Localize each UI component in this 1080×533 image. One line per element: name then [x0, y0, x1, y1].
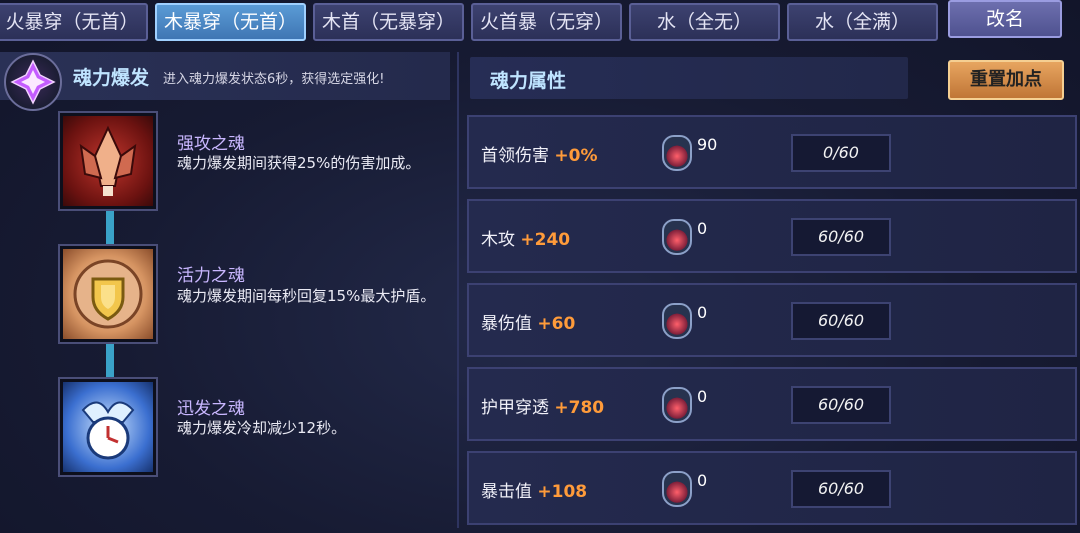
- tab-preset-2[interactable]: 木暴穿（无首）: [155, 3, 306, 41]
- tab-preset-4[interactable]: 火首暴（无穿）: [471, 3, 622, 41]
- attribute-label: 护甲穿透 +780: [481, 398, 605, 418]
- attribute-row: 木攻 +240 0 60/60: [467, 199, 1077, 273]
- soul-burst-emblem-icon: [4, 53, 62, 111]
- attribute-row: 护甲穿透 +780 0 60/60: [467, 367, 1077, 441]
- tab-preset-6[interactable]: 水（全满）: [787, 3, 938, 41]
- tab-preset-3[interactable]: 木首（无暴穿）: [313, 3, 464, 41]
- attribute-bonus: +60: [537, 314, 576, 334]
- attribute-row: 暴击值 +108 0 60/60: [467, 451, 1077, 525]
- attribute-bonus: +780: [554, 398, 605, 418]
- gem-count: 0: [697, 387, 708, 406]
- vitality-soul-icon[interactable]: [60, 246, 156, 342]
- assault-soul-icon[interactable]: [60, 113, 156, 209]
- soul-gem-icon: [662, 303, 692, 339]
- tab-preset-5[interactable]: 水（全无）: [629, 3, 780, 41]
- soul-name: 迅发之魂: [177, 399, 245, 419]
- gem-count: 0: [697, 471, 708, 490]
- soul-gem-icon: [662, 387, 692, 423]
- soul-description: 魂力爆发期间获得25%的伤害加成。: [177, 154, 421, 172]
- attribute-bonus: +108: [537, 482, 588, 502]
- attribute-row: 暴伤值 +60 0 60/60: [467, 283, 1077, 357]
- rename-button[interactable]: 改名: [948, 0, 1062, 38]
- preset-tabs: 火暴穿（无首） 木暴穿（无首） 木首（无暴穿） 火首暴（无穿） 水（全无） 水（…: [0, 0, 1080, 44]
- attribute-row: 首领伤害 +0% 90 0/60: [467, 115, 1077, 189]
- soul-connector: [106, 341, 114, 381]
- attribute-bonus: +240: [520, 230, 571, 250]
- soul-gem-icon: [662, 219, 692, 255]
- attribute-label: 首领伤害 +0%: [481, 146, 598, 166]
- attribute-points-box[interactable]: 60/60: [791, 386, 891, 424]
- attribute-label: 木攻 +240: [481, 230, 571, 250]
- attribute-points-box[interactable]: 60/60: [791, 218, 891, 256]
- soul-connector: [106, 208, 114, 248]
- soul-description: 魂力爆发冷却减少12秒。: [177, 419, 347, 437]
- attribute-label: 暴击值 +108: [481, 482, 588, 502]
- burst-description: 进入魂力爆发状态6秒，获得选定强化!: [163, 72, 385, 87]
- swift-soul-icon[interactable]: [60, 379, 156, 475]
- attribute-points-box[interactable]: 60/60: [791, 470, 891, 508]
- soul-gem-icon: [662, 471, 692, 507]
- attribute-points-box[interactable]: 60/60: [791, 302, 891, 340]
- panel-divider: [457, 52, 459, 528]
- attribute-bonus: +0%: [554, 146, 598, 166]
- gem-count: 0: [697, 303, 708, 322]
- burst-title: 魂力爆发: [73, 67, 150, 89]
- tab-preset-1[interactable]: 火暴穿（无首）: [0, 3, 148, 41]
- attributes-title: 魂力属性: [490, 70, 567, 92]
- attribute-points-box[interactable]: 0/60: [791, 134, 891, 172]
- soul-name: 活力之魂: [177, 266, 245, 286]
- reset-points-button[interactable]: 重置加点: [948, 60, 1064, 100]
- soul-name: 强攻之魂: [177, 134, 245, 154]
- soul-description: 魂力爆发期间每秒回复15%最大护盾。: [177, 287, 436, 305]
- soul-gem-icon: [662, 135, 692, 171]
- gem-count: 90: [697, 135, 718, 154]
- gem-count: 0: [697, 219, 708, 238]
- attribute-label: 暴伤值 +60: [481, 314, 576, 334]
